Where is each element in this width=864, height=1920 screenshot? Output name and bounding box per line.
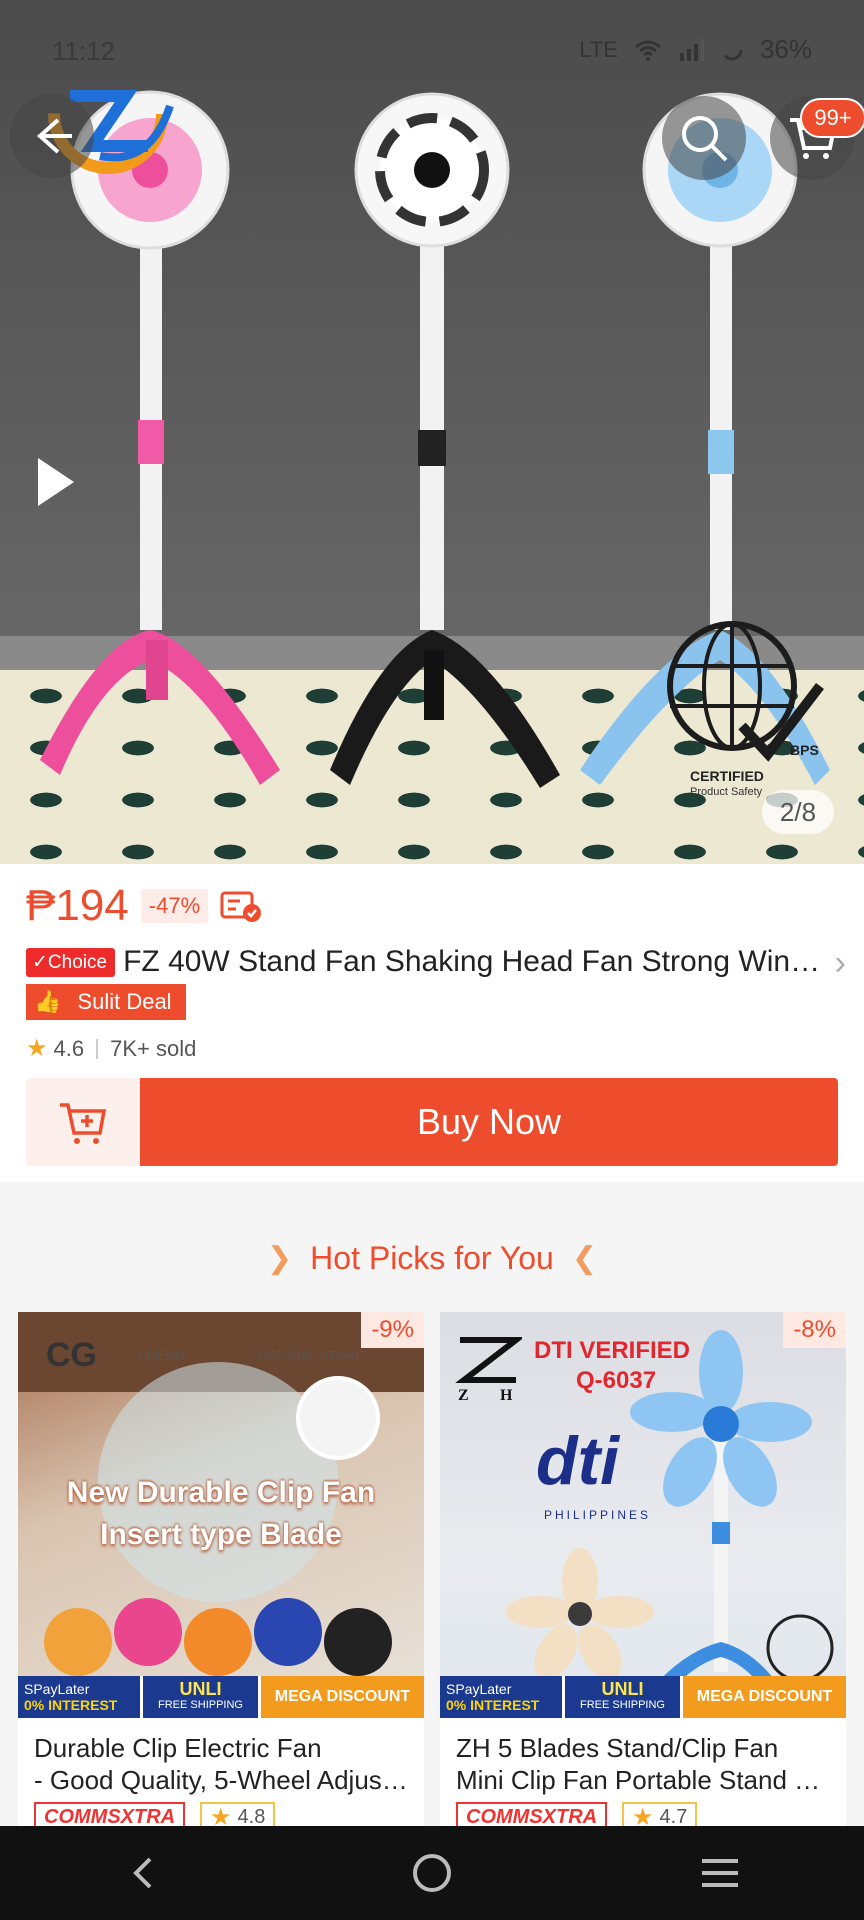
search-button[interactable] (662, 96, 746, 180)
arrow-left-icon (36, 118, 72, 154)
cart-count-badge: 99+ (800, 98, 864, 138)
status-bar: 11:12 LTE 36% (0, 32, 864, 68)
product-card[interactable]: CG CHENG OFFICIAL STORE New Durable Clip… (18, 1312, 424, 1830)
hot-picks-section: ❯ Hot Picks for You ❮ CG CHENG OFFICIAL … (0, 1200, 864, 1830)
buy-actions: Buy Now (26, 1078, 838, 1166)
status-time: 11:12 (52, 36, 116, 66)
svg-text:H: H (500, 1387, 513, 1404)
hot-picks-heading: ❯ Hot Picks for You ❮ (0, 1240, 864, 1277)
battery-percent: 36% (759, 34, 812, 64)
promo-label: FREE SHIPPING (580, 1699, 665, 1711)
thumbs-up-icon: 👍 (34, 989, 62, 1014)
wifi-icon (634, 40, 661, 61)
svg-text:Z: Z (458, 1387, 469, 1404)
brand-name: CHENG (138, 1348, 185, 1363)
cart-plus-icon (60, 1103, 107, 1144)
spaylater-promo: SPayLater 0% INTEREST (18, 1676, 140, 1718)
card-product-name: Durable Clip Electric Fan - Good Quality… (34, 1732, 410, 1796)
image-overlay-text: New Durable Clip Fan Insert type Blade (18, 1472, 424, 1556)
brand-logo: CG (46, 1336, 97, 1374)
promo-label: UNLI (601, 1679, 644, 1699)
product-card-image: CG CHENG OFFICIAL STORE New Durable Clip… (18, 1312, 424, 1718)
product-info: ₱194 -47% ✓Choice FZ 40W Stand Fan Shaki… (0, 864, 864, 1182)
card-discount-badge: -9% (361, 1312, 424, 1348)
battery-icon (721, 39, 743, 60)
decor-right-icon: ❮ (571, 1242, 597, 1275)
star-icon: ★ (26, 1035, 48, 1062)
buy-now-button[interactable]: Buy Now (140, 1078, 838, 1166)
promo-strip: SPayLater 0% INTEREST UNLI FREE SHIPPING… (440, 1676, 846, 1718)
promo-label: 0% INTEREST (24, 1697, 118, 1713)
product-price: ₱194 (26, 881, 129, 930)
spaylater-promo: SPayLater 0% INTEREST (440, 1676, 562, 1718)
chevron-right-icon: › (834, 944, 846, 982)
decor-left-icon: ❯ (267, 1242, 293, 1275)
search-icon (682, 116, 728, 162)
card-name-line: Mini Clip Fan Portable Stand Fan (456, 1765, 832, 1795)
dti-verified-text: DTI VERIFIED Q-6037 (534, 1336, 690, 1396)
nav-home-button[interactable] (392, 1833, 472, 1913)
hot-picks-title: Hot Picks for You (310, 1240, 554, 1276)
nav-back-button[interactable] (104, 1833, 184, 1913)
promo-strip: SPayLater 0% INTEREST UNLI FREE SHIPPING… (18, 1676, 424, 1718)
lte-icon: LTE (579, 36, 618, 62)
product-card-image: Z H DTI VERIFIED Q-6037 dti PHILIPPINES … (440, 1312, 846, 1718)
nav-recents-button[interactable] (680, 1833, 760, 1913)
back-button[interactable] (10, 94, 94, 178)
image-counter: 2/8 (762, 790, 834, 834)
play-video-icon[interactable] (28, 450, 84, 514)
cert-sublabel: Product Safety (690, 786, 763, 798)
status-icons: LTE 36% (579, 34, 812, 65)
promo-label: FREE SHIPPING (158, 1699, 243, 1711)
dti-line: DTI VERIFIED (534, 1337, 691, 1364)
discount-badge: -47% (140, 889, 209, 923)
product-title: FZ 40W Stand Fan Shaking Head Fan Strong… (123, 945, 823, 978)
product-rating: 4.6 (53, 1035, 85, 1061)
product-page: 11:12 LTE 36% 99+ BPS CERTIFIED Product … (0, 0, 864, 1920)
dti-country: PHILIPPINES (544, 1508, 652, 1522)
price-row: ₱194 -47% (26, 878, 262, 934)
card-name-line: ZH 5 Blades Stand/Clip Fan (456, 1733, 779, 1763)
voucher-icon[interactable] (220, 889, 262, 923)
overlay-line: Insert type Blade (100, 1518, 342, 1551)
overlay-line: New Durable Clip Fan (66, 1476, 376, 1509)
promo-label: 0% INTEREST (446, 1697, 540, 1713)
product-title-row[interactable]: ✓Choice FZ 40W Stand Fan Shaking Head Fa… (26, 938, 846, 986)
sulit-deal-badge: 👍 Sulit Deal (26, 984, 186, 1020)
product-card[interactable]: Z H DTI VERIFIED Q-6037 dti PHILIPPINES … (440, 1312, 846, 1830)
card-discount-badge: -8% (783, 1312, 846, 1348)
dti-line: Q-6037 (576, 1367, 657, 1394)
deal-label: Sulit Deal (77, 989, 172, 1014)
zh-brand-logo: Z H (455, 1337, 522, 1404)
card-name-line: - Good Quality, 5-Wheel Adjustable Fan (34, 1765, 410, 1795)
promo-label: SPayLater (24, 1681, 90, 1697)
rating-row: ★ 4.6 7K+ sold (26, 1034, 196, 1063)
system-nav-bar (0, 1826, 864, 1920)
free-shipping-promo: UNLI FREE SHIPPING (140, 1676, 258, 1718)
choice-badge: ✓Choice (26, 947, 116, 977)
card-name-line: Durable Clip Electric Fan (34, 1733, 322, 1763)
mega-discount-promo: MEGA DISCOUNT (680, 1676, 846, 1718)
free-shipping-promo: UNLI FREE SHIPPING (562, 1676, 680, 1718)
store-name: OFFICIAL STORE (258, 1348, 365, 1363)
cert-bps-label: BPS (790, 742, 819, 758)
mega-discount-promo: MEGA DISCOUNT (258, 1676, 424, 1718)
circle-home-icon (413, 1854, 451, 1892)
chevron-left-icon (133, 1857, 152, 1889)
card-product-name: ZH 5 Blades Stand/Clip Fan Mini Clip Fan… (456, 1732, 832, 1796)
sold-count: 7K+ sold (110, 1035, 197, 1061)
dti-logo: dti (536, 1423, 620, 1499)
promo-label: SPayLater (446, 1681, 512, 1697)
promo-label: UNLI (179, 1679, 222, 1699)
signal-icon (679, 38, 704, 61)
menu-lines-icon (702, 1859, 738, 1887)
divider (96, 1038, 99, 1059)
add-to-cart-button[interactable] (26, 1078, 140, 1166)
cert-label: CERTIFIED (690, 768, 764, 784)
product-image-carousel[interactable]: 11:12 LTE 36% 99+ BPS CERTIFIED Product … (0, 0, 864, 864)
